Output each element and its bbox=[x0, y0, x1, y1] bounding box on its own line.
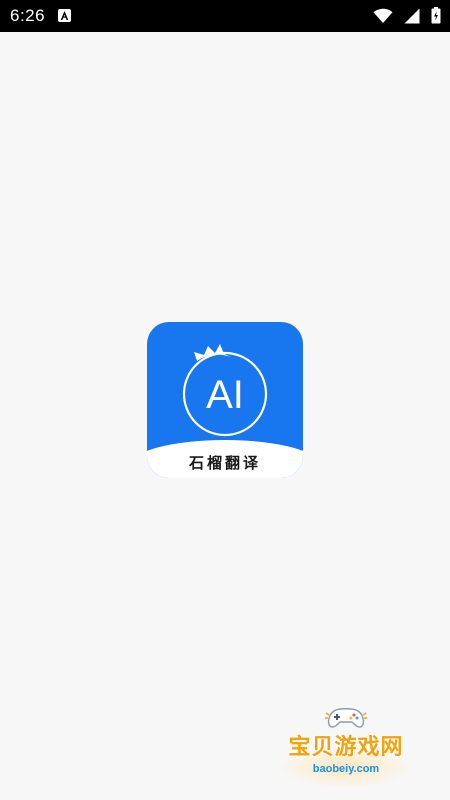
app-logo: AI 石榴翻译 bbox=[147, 322, 303, 478]
signal-icon bbox=[404, 8, 420, 28]
battery-icon bbox=[431, 7, 441, 28]
watermark-url: baobeiy.com bbox=[312, 763, 380, 775]
logo-text: AI bbox=[206, 373, 244, 417]
wifi-icon bbox=[373, 8, 393, 28]
gamepad-icon bbox=[325, 708, 367, 728]
watermark-title: 宝贝游戏网 bbox=[288, 735, 404, 760]
status-time: 6:26 bbox=[10, 6, 46, 25]
status-bar: 6:26 bbox=[0, 0, 450, 32]
app-name: 石榴翻译 bbox=[188, 454, 261, 472]
app-notification-icon bbox=[58, 9, 71, 22]
watermark: 宝贝游戏网 baobeiy.com bbox=[272, 705, 420, 791]
status-icons bbox=[373, 7, 441, 28]
